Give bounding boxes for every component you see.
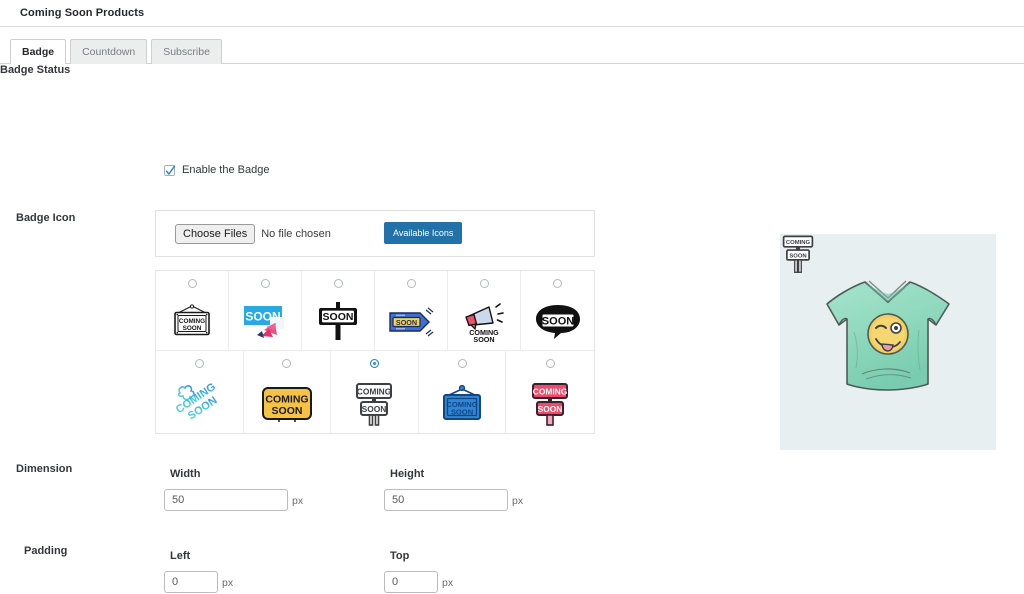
preview-badge-icon: COMING SOON [781, 234, 815, 279]
checkmark-icon [165, 164, 176, 175]
soon-yellow-arrow-icon: SOON [386, 294, 436, 350]
coming-soon-red-sign-icon: COMING SOON [524, 374, 576, 433]
icon-option-soon-black-signpost[interactable]: SOON [302, 271, 375, 351]
icon-option-coming-soon-signpost[interactable]: COMING SOON [331, 351, 419, 433]
icon-option-soon-black-speech[interactable]: SOON [521, 271, 594, 351]
page-root: Coming Soon Products Badge Countdown Sub… [0, 0, 1024, 594]
icon-option-megaphone-coming-soon[interactable]: COMING SOON [448, 271, 521, 351]
soon-black-speech-icon: SOON [534, 294, 582, 350]
enable-badge-control[interactable]: Enable the Badge [164, 164, 269, 176]
soon-black-signpost-icon: SOON [315, 294, 361, 350]
dimension-label: Dimension [16, 463, 73, 475]
choose-files-button[interactable]: Choose Files [175, 223, 256, 244]
icon-radio-8[interactable] [369, 359, 379, 368]
svg-text:SOON: SOON [323, 311, 354, 323]
icon-grid-row-1: COMING SOON SOON SOON SOON COMING SOON S… [156, 271, 594, 351]
icon-option-coming-soon-blue-hang[interactable]: COMING SOON [418, 351, 507, 433]
icon-radio-2[interactable] [333, 279, 343, 288]
svg-text:SOON: SOON [183, 325, 202, 332]
enable-badge-checkbox[interactable] [164, 164, 176, 176]
icon-option-coming-soon-red-sign[interactable]: COMING SOON [506, 351, 594, 433]
available-icons-button[interactable]: Available Icons [384, 222, 463, 244]
svg-text:SOON: SOON [396, 318, 417, 327]
padding-top-label: Top [390, 550, 410, 562]
icon-radio-5[interactable] [553, 279, 562, 288]
tab-badge[interactable]: Badge [10, 39, 67, 64]
icon-radio-9[interactable] [457, 359, 467, 368]
coming-soon-gradient-icon: COMING SOON [171, 374, 227, 433]
badge-settings-form: Badge Status Enable the Badge Badge Icon… [0, 64, 1024, 593]
width-input[interactable] [164, 489, 288, 511]
svg-text:COMING: COMING [786, 240, 811, 246]
icon-radio-3[interactable] [406, 279, 416, 288]
icon-radio-6[interactable] [194, 359, 204, 368]
height-unit: px [512, 495, 524, 507]
tab-subscribe[interactable]: Subscribe [151, 39, 222, 64]
icon-option-coming-soon-yellow-box[interactable]: COMING SOON [243, 351, 332, 433]
icon-radio-7[interactable] [282, 359, 292, 368]
megaphone-coming-soon-icon: COMING SOON [459, 294, 509, 350]
padding-top-unit: px [442, 577, 454, 589]
icon-grid-row-2: COMING SOON COMING SOON COMING SOON COMI… [156, 351, 594, 433]
badge-preview-panel: COMING SOON [780, 234, 996, 450]
coming-soon-signpost-icon: COMING SOON [348, 374, 400, 433]
icon-radio-10[interactable] [545, 359, 555, 368]
icon-option-coming-soon-gradient[interactable]: COMING SOON [156, 351, 244, 433]
tab-bar: Badge Countdown Subscribe [0, 27, 1024, 64]
soon-blue-banner-icon: SOON [242, 294, 288, 350]
svg-text:COMING: COMING [357, 386, 391, 396]
icon-radio-0[interactable] [187, 279, 197, 288]
padding-left-unit: px [222, 577, 234, 589]
svg-text:SOON: SOON [451, 407, 473, 416]
svg-text:SOON: SOON [362, 404, 387, 414]
icon-option-soon-yellow-arrow[interactable]: SOON [375, 271, 448, 351]
width-unit: px [292, 495, 304, 507]
svg-text:COMING: COMING [179, 318, 205, 325]
svg-text:COMING: COMING [533, 386, 567, 396]
padding-top-input[interactable] [384, 571, 438, 593]
coming-soon-yellow-box-icon: COMING SOON [260, 374, 314, 433]
svg-text:SOON: SOON [541, 316, 573, 328]
padding-left-label: Left [170, 550, 191, 562]
svg-text:SOON: SOON [473, 335, 494, 343]
svg-text:COMING: COMING [265, 393, 308, 405]
svg-text:SOON: SOON [538, 404, 563, 414]
badge-icon-label: Badge Icon [16, 212, 76, 224]
hanging-sign-outline-icon: COMING SOON [170, 294, 214, 350]
height-input[interactable] [384, 489, 508, 511]
padding-label: Padding [24, 545, 68, 557]
icon-radio-4[interactable] [479, 279, 489, 288]
svg-text:SOON: SOON [271, 405, 302, 417]
product-image-tshirt [818, 272, 958, 407]
enable-badge-label: Enable the Badge [182, 164, 270, 176]
svg-text:SOON: SOON [789, 253, 806, 259]
padding-left-input[interactable] [164, 571, 218, 593]
height-label: Height [390, 468, 425, 480]
page-title: Coming Soon Products [20, 7, 145, 19]
icon-option-hanging-sign-outline[interactable]: COMING SOON [156, 271, 229, 351]
icon-option-soon-blue-banner[interactable]: SOON [229, 271, 302, 351]
badge-icon-upload-box: Choose Files No file chosen Available Ic… [155, 210, 595, 257]
tab-countdown[interactable]: Countdown [70, 39, 148, 64]
badge-icon-grid: COMING SOON SOON SOON SOON COMING SOON S… [155, 270, 595, 434]
icon-radio-1[interactable] [260, 279, 270, 288]
coming-soon-blue-hang-icon: COMING SOON [436, 374, 488, 433]
no-file-chosen-text: No file chosen [261, 227, 331, 240]
page-header: Coming Soon Products [0, 0, 1024, 26]
badge-status-label: Badge Status [0, 64, 71, 76]
width-label: Width [170, 468, 201, 480]
svg-text:SOON: SOON [245, 310, 280, 324]
